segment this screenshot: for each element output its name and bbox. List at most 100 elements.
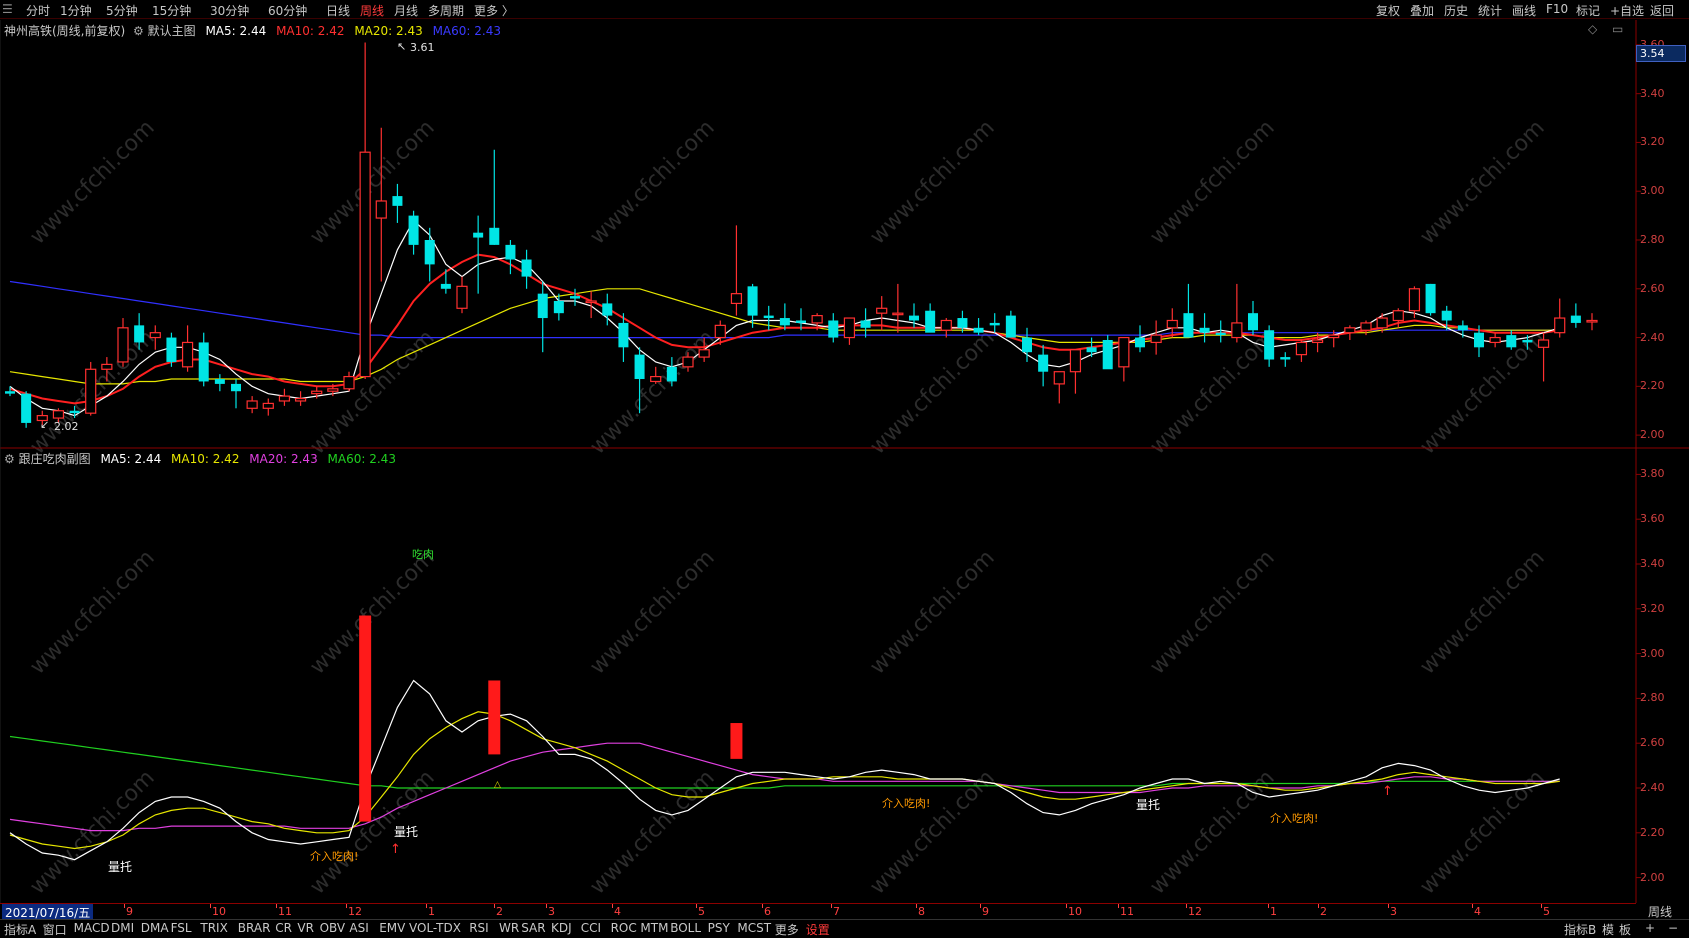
date-tick-mark — [494, 904, 495, 908]
indicator-tab-10[interactable]: OBV — [320, 921, 346, 935]
date-tick-mark — [276, 904, 277, 908]
date-tick-mark — [1268, 904, 1269, 908]
signal-bar — [359, 615, 372, 822]
date-tick-mark — [762, 904, 763, 908]
candle-body-up — [1231, 322, 1243, 339]
main-y-tick: 2.40 — [1640, 330, 1665, 344]
candle-body-down — [1280, 357, 1291, 360]
indicator-tab-15[interactable]: WR — [499, 921, 519, 935]
candle-body-up — [85, 368, 97, 414]
indicator-tab-16[interactable]: SAR — [521, 921, 545, 935]
indicator-tab-14[interactable]: RSI — [469, 921, 489, 935]
candle-body-down — [1183, 313, 1194, 338]
sub-ma5-line — [9, 679, 1560, 861]
indicator-tab-19[interactable]: ROC — [611, 921, 637, 935]
candle-body-up — [940, 319, 952, 331]
small-triangle-icon: △ — [494, 780, 501, 790]
date-tick: 10 — [1068, 905, 1082, 918]
date-tick-mark — [1388, 904, 1389, 908]
indicator-tab-4[interactable]: DMA — [141, 921, 169, 935]
main-y-tick: 3.00 — [1640, 184, 1665, 198]
high-price-label: 3.61 — [410, 41, 435, 54]
candle-body-down — [957, 318, 968, 328]
candle-body-down — [166, 337, 177, 362]
candle-body-up — [311, 390, 323, 395]
sub-y-tick: 3.80 — [1640, 467, 1665, 481]
indicator-tab-9[interactable]: VR — [297, 921, 314, 935]
indicator-tab-22[interactable]: PSY — [708, 921, 730, 935]
candle-body-down — [602, 303, 613, 316]
indicator-tab-24[interactable]: 更多 — [775, 921, 799, 938]
candle-body-down — [537, 293, 548, 319]
candle-body-up — [117, 327, 129, 363]
candle-body-down — [553, 300, 564, 314]
indicator-tab-13[interactable]: VOL-TDX — [409, 921, 461, 935]
candle-body-down — [779, 318, 790, 326]
indicator-toolbar: 指标A 窗口 MACD DMI DMA FSL TRIX BRAR CR VR OBV ASI EMV V… — [0, 919, 1689, 938]
indicator-tab-0[interactable]: 指标A — [4, 921, 36, 938]
indicator-tab-20[interactable]: MTM — [640, 921, 668, 935]
indicator-right-0[interactable]: 指标B — [1564, 921, 1596, 938]
indicator-tab-25[interactable]: 设置 — [806, 921, 830, 938]
indicator-tab-8[interactable]: CR — [275, 921, 292, 935]
candle-body-down — [1005, 315, 1016, 338]
candle-body-up — [698, 349, 710, 358]
candle-body-up — [1376, 317, 1388, 329]
candle-body-down — [1522, 340, 1533, 343]
candle-body-up — [843, 317, 856, 339]
buy-arrow-icon: ↑ — [1382, 784, 1393, 799]
sub-y-tick: 2.00 — [1640, 870, 1665, 884]
annotation-liangtuo-3: 量托 — [1136, 798, 1161, 812]
date-tick-mark — [1318, 904, 1319, 908]
candle-body-down — [473, 232, 484, 238]
candle-body-up — [1392, 310, 1404, 322]
candle-body-down — [4, 391, 16, 394]
sub-ma10-line — [9, 711, 1560, 850]
indicator-tab-18[interactable]: CCI — [581, 921, 601, 935]
indicator-tab-11[interactable]: ASI — [349, 921, 368, 935]
candle-body-down — [214, 379, 225, 384]
indicator-tab-6[interactable]: TRIX — [200, 921, 227, 935]
date-tick-mark — [1186, 904, 1187, 908]
indicator-tab-17[interactable]: KDJ — [551, 921, 572, 935]
annotation-jieru-2: 介入吃肉! — [882, 797, 931, 810]
candle-body-down — [505, 244, 516, 260]
sub-y-tick: 2.40 — [1640, 781, 1665, 794]
main-y-tick: 2.00 — [1640, 428, 1665, 442]
period-label[interactable]: 周线 — [1648, 903, 1672, 920]
candle-body-up — [375, 200, 387, 219]
indicator-right-1[interactable]: 模 — [1602, 921, 1614, 938]
date-tick-mark — [1472, 904, 1473, 908]
date-tick: 12 — [348, 905, 362, 918]
indicator-tab-3[interactable]: DMI — [111, 921, 134, 935]
indicator-right-3[interactable]: + — [1645, 921, 1655, 935]
high-pointer-icon: ↖ — [397, 40, 407, 53]
indicator-tab-12[interactable]: EMV — [379, 921, 405, 935]
candle-body-down — [21, 393, 32, 423]
kline-chart[interactable] — [0, 0, 1689, 937]
indicator-tab-5[interactable]: FSL — [171, 921, 192, 935]
indicator-tab-1[interactable]: 窗口 — [43, 921, 67, 938]
candle-body-down — [908, 315, 920, 321]
candle-body-down — [828, 320, 839, 338]
indicator-right-2[interactable]: 板 — [1619, 921, 1631, 938]
candle-body-up — [650, 375, 662, 383]
sub-y-tick: 3.20 — [1640, 601, 1665, 615]
sub-y-tick: 2.20 — [1640, 825, 1665, 839]
candle-body-up — [1360, 322, 1372, 331]
candle-body-up — [327, 388, 339, 392]
date-tick-mark — [980, 904, 981, 908]
indicator-tab-23[interactable]: MCST — [737, 921, 771, 935]
indicator-right-4[interactable]: − — [1668, 921, 1678, 935]
candle-body-up — [730, 293, 743, 305]
main-y-tick: 2.60 — [1640, 281, 1665, 295]
candle-body-down — [860, 320, 871, 328]
indicator-tab-7[interactable]: BRAR — [238, 921, 271, 935]
candle-body-down — [925, 310, 936, 333]
candle-body-down — [489, 227, 500, 245]
candle-body-up — [52, 410, 65, 419]
candle-body-up — [1344, 327, 1356, 334]
indicator-tab-21[interactable]: BOLL — [670, 921, 701, 935]
indicator-tab-2[interactable]: MACD — [74, 921, 110, 935]
date-tick-mark — [831, 904, 832, 908]
